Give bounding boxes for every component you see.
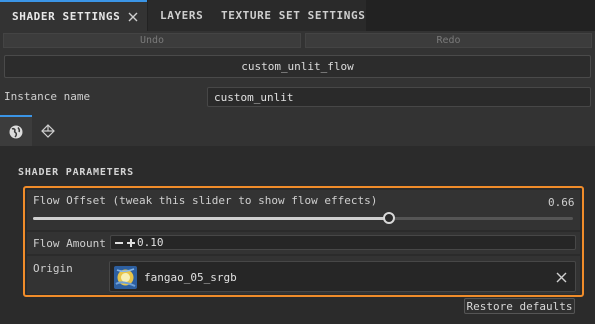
tab-layers[interactable]: LAYERS — [148, 0, 210, 31]
flow-amount-label: Flow Amount — [33, 237, 106, 250]
tab-texture-set-settings-label: TEXTURE SET SETTINGS — [221, 9, 366, 22]
slider-fill — [33, 217, 389, 220]
undo-button[interactable]: Undo — [3, 33, 301, 48]
origin-resource-name: fangao_05_srgb — [144, 271, 237, 284]
tab-texture-set-settings[interactable]: TEXTURE SET SETTINGS — [209, 0, 366, 31]
tab-bar: SHADER SETTINGS LAYERS TEXTURE SET SETTI… — [0, 0, 595, 31]
cube-icon — [41, 123, 55, 138]
close-icon[interactable] — [127, 11, 139, 23]
flow-amount-stepper[interactable]: 0.10 — [110, 235, 576, 250]
flow-offset-label: Flow Offset (tweak this slider to show f… — [33, 194, 378, 207]
redo-button[interactable]: Redo — [305, 33, 592, 48]
slider-thumb[interactable] — [383, 212, 395, 224]
flow-offset-value: 0.66 — [548, 196, 575, 209]
instance-name-label: Instance name — [4, 90, 91, 103]
icon-tab-globe[interactable] — [0, 115, 32, 146]
restore-defaults-button[interactable]: Restore defaults — [464, 298, 575, 314]
shader-selector[interactable]: custom_unlit_flow — [4, 55, 591, 78]
tab-layers-label: LAYERS — [160, 9, 204, 22]
tab-shader-settings[interactable]: SHADER SETTINGS — [0, 0, 147, 31]
minus-icon[interactable] — [114, 238, 124, 248]
instance-name-input[interactable]: custom_unlit — [207, 87, 591, 107]
icon-tab-cube[interactable] — [32, 115, 64, 146]
origin-resource-field[interactable]: fangao_05_srgb — [109, 261, 576, 292]
flow-amount-value[interactable]: 0.10 — [137, 236, 164, 249]
plus-icon[interactable] — [126, 238, 136, 248]
flow-offset-slider[interactable] — [33, 212, 573, 224]
section-title: SHADER PARAMETERS — [18, 167, 134, 178]
origin-label: Origin — [33, 262, 73, 275]
texture-thumbnail — [114, 266, 137, 289]
tab-shader-settings-label: SHADER SETTINGS — [12, 10, 121, 23]
globe-icon — [9, 125, 23, 138]
clear-icon[interactable] — [556, 272, 567, 283]
